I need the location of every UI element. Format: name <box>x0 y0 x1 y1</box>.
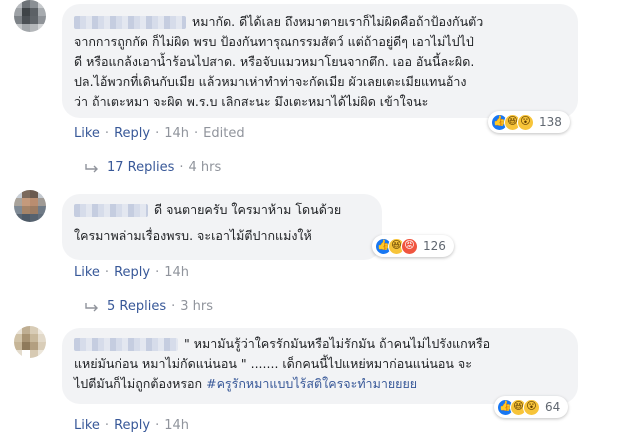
comment-actions: Like · Reply · 14h <box>74 265 189 280</box>
replies-time: 3 hrs <box>180 299 214 314</box>
wow-icon: 😮 <box>517 113 534 131</box>
comment-text-line: ปล.ไอ้พวกที่เดินกับเมีย แล้วหมาเห่าทำท่า… <box>74 74 467 89</box>
comment-text-line: หมากัด. ดีได้เลย ถึงหมาตายเราก็ไม่ผิดคือ… <box>74 12 566 32</box>
avatar[interactable] <box>14 326 46 358</box>
reactions-summary[interactable]: 👍 😆 😮 64 <box>494 396 569 418</box>
comment-text-line: ดี หรือแกล้งเอาน้ำร้อนไปสาด. หรือจับแมวห… <box>74 54 475 69</box>
comment-text-line: ดี จนตายครับ ใครมาห้าม โดนด้วย <box>74 200 370 220</box>
comment-text-line: ไปตีมันก็ไม่ถูกต้องหรอก #ครูรักหมาแบบไร้… <box>74 376 418 391</box>
like-link[interactable]: Like <box>74 126 100 141</box>
comment-actions: Like · Reply · 14h · Edited <box>74 126 245 141</box>
view-replies-link[interactable]: 17 Replies · 4 hrs <box>85 160 221 175</box>
avatar[interactable] <box>14 190 46 222</box>
like-link[interactable]: Like <box>74 418 100 433</box>
reply-arrow-icon <box>85 163 98 172</box>
replies-count[interactable]: 17 Replies <box>107 160 174 175</box>
comment-text-line: " หมามันรู้ว่าใครรักมันหรือไม่รักมัน ถ้า… <box>74 334 566 354</box>
wow-icon: 😮 <box>523 398 540 416</box>
comment-actions: Like · Reply · 14h <box>74 418 189 433</box>
reactions-summary[interactable]: 👍 😆 😮 138 <box>488 111 570 133</box>
author-name[interactable] <box>74 16 186 29</box>
comment-text-line: แหย่มันก่อน หมาไม่กัดแน่นอน " ....... เด… <box>74 356 472 371</box>
comment-bubble: หมากัด. ดีได้เลย ถึงหมาตายเราก็ไม่ผิดคือ… <box>62 4 578 118</box>
angry-icon: 😡 <box>401 237 418 255</box>
like-link[interactable]: Like <box>74 265 100 280</box>
timestamp[interactable]: 14h <box>164 126 189 141</box>
author-name[interactable] <box>74 204 148 217</box>
view-replies-link[interactable]: 5 Replies · 3 hrs <box>85 299 213 314</box>
reply-link[interactable]: Reply <box>114 126 150 141</box>
replies-time: 4 hrs <box>188 160 222 175</box>
reaction-count: 138 <box>539 115 562 129</box>
reaction-count: 126 <box>423 239 446 253</box>
reply-arrow-icon <box>85 302 98 311</box>
comment-text-line: ว่า ถ้าเตะหมา จะผิด พ.ร.บ เลิกสะนะ มึงเต… <box>74 94 429 109</box>
timestamp[interactable]: 14h <box>164 265 189 280</box>
reactions-summary[interactable]: 👍 😆 😡 126 <box>372 235 454 257</box>
comment-bubble: " หมามันรู้ว่าใครรักมันหรือไม่รักมัน ถ้า… <box>62 328 578 404</box>
comment-bubble: ดี จนตายครับ ใครมาห้าม โดนด้วย ใครมาพล่า… <box>62 194 382 260</box>
replies-count[interactable]: 5 Replies <box>107 299 166 314</box>
avatar[interactable] <box>14 0 46 32</box>
comment-text-line: ใครมาพล่ามเรื่องพรบ. จะเอาไม้ตีปากแม่งให… <box>74 228 312 243</box>
reply-link[interactable]: Reply <box>114 265 150 280</box>
edited-label[interactable]: Edited <box>203 126 244 141</box>
reply-link[interactable]: Reply <box>114 418 150 433</box>
comment-text-line: จากการถูกกัด ก็ไม่ผิด พรบ ป้องกันทารุณกร… <box>74 34 474 49</box>
reaction-count: 64 <box>545 400 561 414</box>
hashtag-link[interactable]: #ครูรักหมาแบบไร้สติใครจะทำมายยยย <box>206 376 417 391</box>
author-name[interactable] <box>74 338 178 351</box>
timestamp[interactable]: 14h <box>164 418 189 433</box>
